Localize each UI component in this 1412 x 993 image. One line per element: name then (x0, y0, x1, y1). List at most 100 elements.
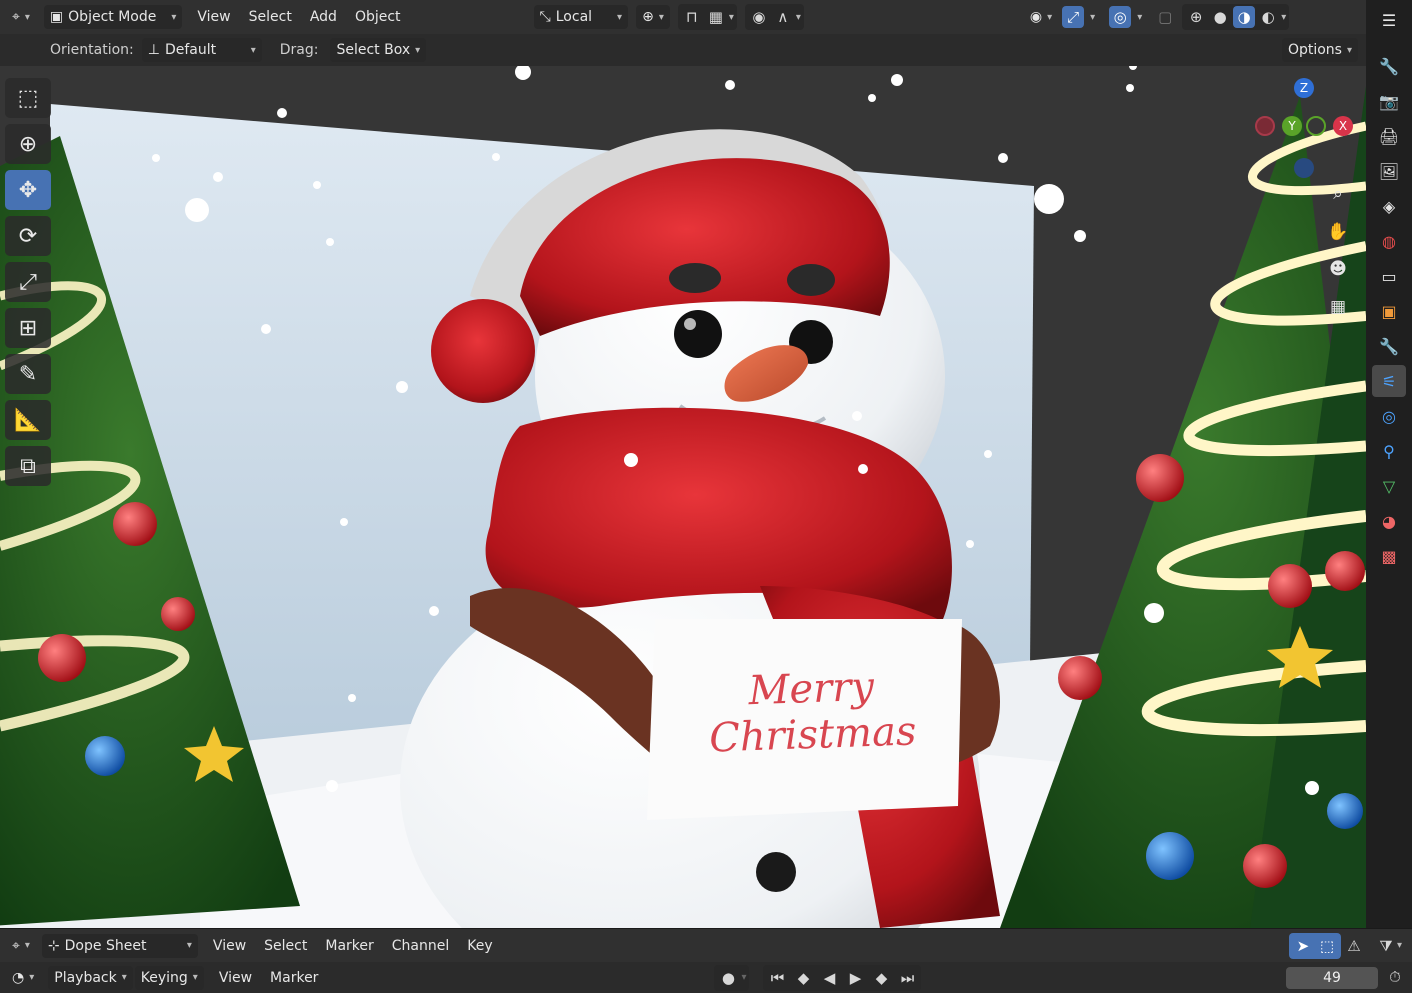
drag-dropdown[interactable]: Select Box ▾ (330, 38, 427, 62)
record-icon[interactable]: ● (717, 967, 739, 989)
drag-field-label: Drag: (279, 42, 319, 58)
xray-toggle-icon[interactable]: ▢ (1154, 6, 1176, 28)
data-tab-icon[interactable]: ▽ (1372, 470, 1406, 502)
perspective-grid-icon[interactable]: ▦ (1323, 292, 1353, 322)
chevron-down-icon[interactable]: ▾ (741, 972, 746, 983)
timeline-editor-type-button[interactable]: ◔ ▾ (6, 966, 40, 990)
chevron-down-icon[interactable]: ▾ (1090, 12, 1095, 23)
gizmo-axis-x-label: X (1338, 119, 1348, 133)
chevron-down-icon[interactable]: ▾ (796, 12, 801, 23)
dope-menu-key[interactable]: Key (458, 934, 501, 958)
render-tab-icon[interactable]: 📷 (1372, 85, 1406, 117)
timeline-editor-type-button[interactable]: ⌖ ▾ (6, 934, 36, 958)
jump-start-icon[interactable]: ⏮ (766, 967, 788, 989)
dope-sheet-icon: ⊹ (47, 937, 60, 954)
next-keyframe-icon[interactable]: ◆ (870, 967, 892, 989)
dope-menu-select[interactable]: Select (255, 934, 316, 958)
current-frame-field[interactable]: 49 (1286, 967, 1378, 989)
rotate-icon[interactable]: ⟳ (5, 216, 51, 256)
gizmo-axis-neg-z[interactable] (1294, 158, 1314, 178)
add-cube-icon[interactable]: ⧉ (5, 446, 51, 486)
constraints-tab-icon[interactable]: ⚲ (1372, 435, 1406, 467)
gizmo-axis-y[interactable]: Y (1282, 116, 1302, 136)
tool-tab-icon[interactable]: 🔧 (1372, 50, 1406, 82)
playback-menu[interactable]: Playback ▾ (48, 965, 133, 990)
gizmo-toggle-icon[interactable]: ⤢ (1062, 6, 1085, 28)
keying-menu[interactable]: Keying ▾ (134, 965, 204, 990)
wireframe-shading-icon[interactable]: ⊕ (1185, 6, 1207, 28)
particles-tab-icon[interactable]: ⚟ (1372, 365, 1406, 397)
chevron-down-icon[interactable]: ▾ (1397, 940, 1402, 951)
filter-icon[interactable]: ⧩ (1375, 935, 1397, 957)
proportional-edit-icon[interactable]: ◉ (748, 6, 770, 28)
tool-settings-bar: Orientation: ⊥ Default ▾ Drag: Select Bo… (0, 34, 1366, 66)
chevron-down-icon: ▾ (415, 44, 421, 56)
measure-icon[interactable]: 📐 (5, 400, 51, 440)
3d-viewport[interactable]: Merry Christmas Z Y X ⌕ ✋ ☻ ▦ (0, 66, 1366, 928)
menu-view[interactable]: View (188, 5, 239, 29)
stopwatch-icon[interactable]: ⏱ (1384, 966, 1406, 988)
dope-menu-channel[interactable]: Channel (383, 934, 458, 958)
menu-object[interactable]: Object (346, 5, 410, 29)
texture-tab-icon[interactable]: ▩ (1372, 540, 1406, 572)
prev-keyframe-icon[interactable]: ◆ (792, 967, 814, 989)
visibility-button[interactable]: ◉ ▾ (1024, 5, 1058, 29)
menu-add[interactable]: Add (301, 5, 346, 29)
falloff-icon[interactable]: ∧ (772, 6, 794, 28)
output-tab-icon[interactable]: 🖨 (1372, 120, 1406, 152)
only-selected-icon[interactable]: ➤ (1292, 935, 1314, 957)
chevron-down-icon[interactable]: ▾ (1137, 12, 1142, 23)
dope-menu-marker[interactable]: Marker (316, 934, 382, 958)
material-tab-icon[interactable]: ◕ (1372, 505, 1406, 537)
cursor-icon[interactable]: ⊕ (5, 124, 51, 164)
dope-sheet-mode-selector[interactable]: ⊹ Dope Sheet ▾ (41, 933, 198, 958)
snap-target-icon[interactable]: ▦ (705, 6, 727, 28)
snap-toggle-icon[interactable]: ⊓ (681, 6, 703, 28)
orientation-dropdown[interactable]: ⊥ Default ▾ (141, 38, 262, 62)
menu-select[interactable]: Select (240, 5, 301, 29)
errors-only-icon[interactable]: ⚠ (1343, 935, 1365, 957)
object-mode-icon: ▣ (49, 9, 64, 25)
zoom-icon[interactable]: ⌕ (1323, 179, 1353, 209)
navigation-gizmo[interactable]: Z Y X (1248, 78, 1358, 188)
material-shading-icon[interactable]: ◑ (1233, 6, 1256, 28)
dope-menu-view[interactable]: View (204, 934, 255, 958)
editor-type-button[interactable]: ⌖ ▾ (6, 5, 36, 29)
editor-type-icon[interactable]: ☰ (1372, 4, 1406, 36)
object-tab-icon[interactable]: ▣ (1372, 295, 1406, 327)
pan-hand-icon[interactable]: ✋ (1323, 217, 1353, 247)
dope-filter-group: ➤ ⬚ (1288, 932, 1341, 959)
play-reverse-icon[interactable]: ◀ (818, 967, 840, 989)
chevron-down-icon[interactable]: ▾ (729, 12, 734, 23)
mode-selector[interactable]: ▣ Object Mode ▾ (43, 5, 183, 29)
gizmo-axis-neg-x[interactable] (1255, 116, 1275, 136)
gizmo-axis-x[interactable]: X (1333, 116, 1353, 136)
options-dropdown[interactable]: Options ▾ (1281, 38, 1358, 62)
view-layer-tab-icon[interactable]: 🖼 (1372, 155, 1406, 187)
overlay-toggle-icon[interactable]: ◎ (1109, 6, 1132, 28)
modifiers-tab-icon[interactable]: 🔧 (1372, 330, 1406, 362)
show-hidden-icon[interactable]: ⬚ (1316, 935, 1338, 957)
timeline-menu-view[interactable]: View (210, 966, 261, 990)
move-icon[interactable]: ✥ (5, 170, 51, 210)
play-icon[interactable]: ▶ (844, 967, 866, 989)
chevron-down-icon[interactable]: ▾ (1281, 12, 1286, 23)
select-box-icon[interactable]: ⬚ (5, 78, 51, 118)
annotate-icon[interactable]: ✎ (5, 354, 51, 394)
viewport-header: ⌖ ▾ ▣ Object Mode ▾ View Select Add Objec… (0, 0, 1366, 34)
camera-view-icon[interactable]: ☻ (1323, 254, 1353, 284)
scene-tab-icon[interactable]: ◈ (1372, 190, 1406, 222)
transform-icon[interactable]: ⊞ (5, 308, 51, 348)
collection-tab-icon[interactable]: ▭ (1372, 260, 1406, 292)
gizmo-axis-neg-y[interactable] (1306, 116, 1326, 136)
scale-icon[interactable]: ⤢ (5, 262, 51, 302)
timeline-menu-marker[interactable]: Marker (261, 966, 327, 990)
solid-shading-icon[interactable]: ● (1209, 6, 1231, 28)
physics-tab-icon[interactable]: ◎ (1372, 400, 1406, 432)
gizmo-axis-z[interactable]: Z (1294, 78, 1314, 98)
transform-orientation-selector[interactable]: ⤡ Local ▾ (533, 5, 629, 29)
pivot-point-button[interactable]: ⊕ ▾ (636, 5, 670, 29)
world-tab-icon[interactable]: ◍ (1372, 225, 1406, 257)
rendered-shading-icon[interactable]: ◐ (1257, 6, 1279, 28)
jump-end-icon[interactable]: ⏭ (896, 967, 918, 989)
